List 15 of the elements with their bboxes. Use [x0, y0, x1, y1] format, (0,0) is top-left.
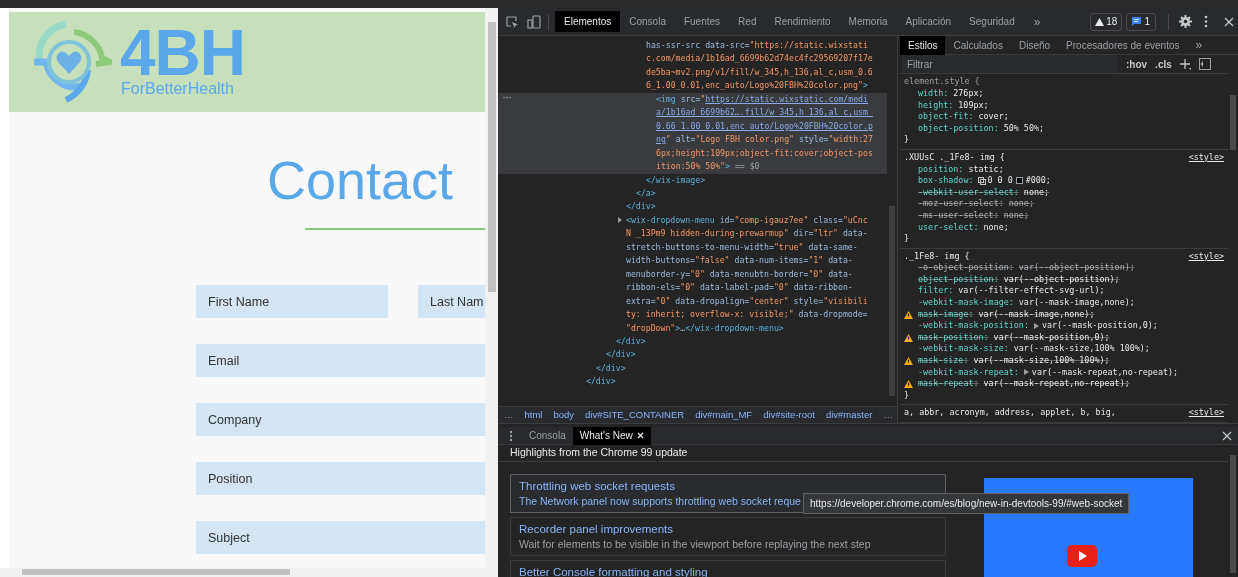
card-description: Wait for elements to be visible in the viewport before replaying the next step	[519, 536, 872, 552]
css-selector: .XUUsC ._1Fe8- img {	[904, 151, 1005, 164]
css-selector: element.style {	[904, 76, 980, 88]
logo-tagline: ForBetterHealth	[120, 80, 235, 98]
logo-wordmark: 4BH	[120, 26, 246, 80]
rule-brace: }	[904, 233, 911, 245]
css-selector: a, abbr, acronym, address, applet, b, big,	[904, 407, 1116, 419]
drawer-heading: Highlights from the Chrome 99 update	[498, 445, 1228, 462]
css-selector: ._1Fe8- img {	[904, 250, 970, 263]
page-heading: Contact	[267, 150, 455, 210]
rule-brace: }	[904, 389, 911, 402]
link-tooltip: https://developer.chrome.com/es/blog/new-in-devtools-99/#web-socket	[803, 493, 1130, 514]
card-title: Recorder panel improvements	[519, 521, 675, 537]
rule-brace: }	[904, 134, 911, 146]
card-title: Throttling web socket requests	[519, 478, 676, 494]
